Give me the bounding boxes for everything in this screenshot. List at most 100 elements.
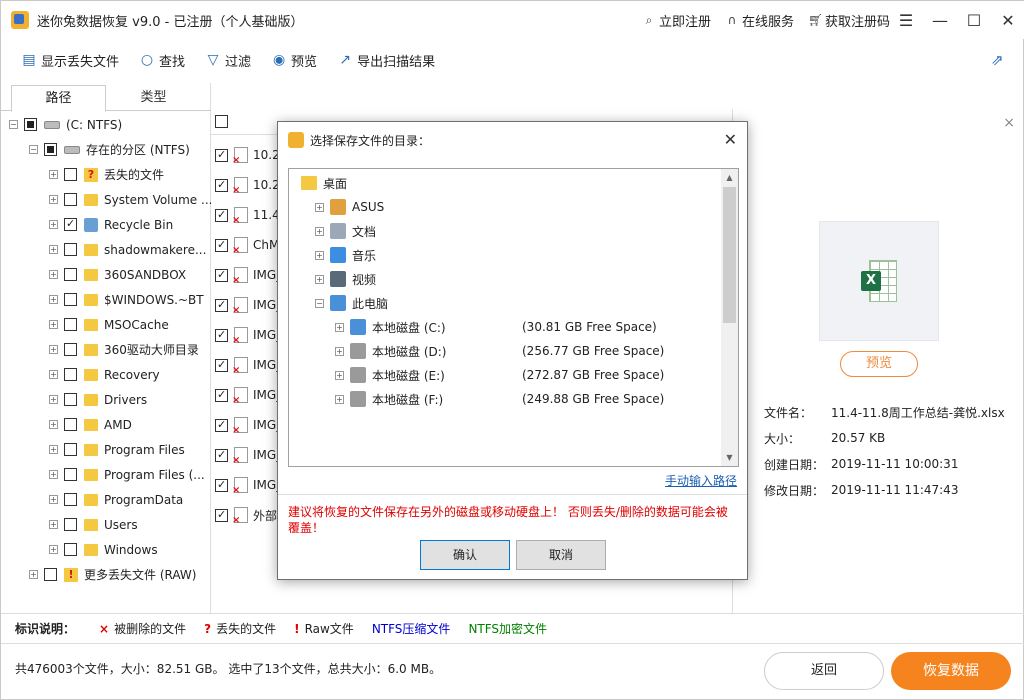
select-all-checkbox[interactable]	[215, 115, 228, 128]
recover-data-button[interactable]: 恢复数据	[891, 652, 1011, 690]
tree-checkbox[interactable]	[64, 418, 77, 431]
tree-checkbox[interactable]	[64, 193, 77, 206]
maximize-button[interactable]: ☐	[957, 1, 991, 39]
expand-icon[interactable]: +	[335, 322, 344, 332]
folder-tree-item[interactable]: 桌面	[295, 171, 347, 195]
vertical-scrollbar[interactable]: ▲ ▼	[721, 169, 738, 466]
tree-item[interactable]: + Windows	[1, 537, 211, 562]
expand-icon[interactable]: +	[49, 370, 58, 379]
tree-checkbox[interactable]	[64, 217, 77, 231]
tree-checkbox[interactable]	[64, 493, 77, 506]
tree-item[interactable]: + ProgramData	[1, 487, 211, 512]
menu-button[interactable]: ☰	[889, 1, 923, 39]
cancel-button[interactable]: 取消	[516, 540, 606, 570]
file-checkbox[interactable]	[215, 148, 228, 162]
tree-item[interactable]: + Program Files	[1, 437, 211, 462]
tree-item[interactable]: − 存在的分区 (NTFS)	[1, 137, 211, 162]
tree-item[interactable]: + Program Files (...	[1, 462, 211, 487]
tree-item[interactable]: − (C: NTFS)	[1, 112, 211, 137]
expand-icon[interactable]: +	[49, 295, 58, 304]
filter-button[interactable]: ▽ 过滤	[205, 51, 251, 70]
folder-tree-item[interactable]: + 文档	[315, 219, 376, 243]
expand-icon[interactable]: +	[49, 220, 58, 229]
tree-checkbox[interactable]	[64, 543, 77, 556]
tree-item[interactable]: +? 丢失的文件	[1, 162, 211, 187]
folder-tree-item[interactable]: + 本地磁盘 (D:) (256.77 GB Free Space)	[335, 339, 664, 363]
find-button[interactable]: ○ 查找	[139, 51, 185, 70]
tree-checkbox[interactable]	[64, 318, 77, 331]
expand-icon[interactable]: +	[49, 395, 58, 404]
tree-item[interactable]: +360SANDBOX	[1, 262, 211, 287]
folder-tree-item[interactable]: − 此电脑	[315, 291, 388, 315]
tree-item[interactable]: + Users	[1, 512, 211, 537]
preview-button[interactable]: ◉ 预览	[271, 51, 317, 70]
get-code-link[interactable]: 🛒︎ 获取注册码	[808, 11, 890, 30]
tree-item[interactable]: + Recovery	[1, 362, 211, 387]
expand-icon[interactable]: +	[49, 320, 58, 329]
expand-icon[interactable]: +	[49, 270, 58, 279]
tree-checkbox[interactable]	[64, 468, 77, 481]
expand-icon[interactable]: −	[315, 298, 324, 308]
file-checkbox[interactable]	[215, 238, 228, 252]
tree-item[interactable]: + $WINDOWS.~BT	[1, 287, 211, 312]
confirm-button[interactable]: 确认	[420, 540, 510, 570]
register-link[interactable]: ⌕ 立即注册	[642, 11, 711, 30]
preview-file-button[interactable]: 预览	[840, 351, 918, 377]
expand-icon[interactable]: +	[315, 274, 324, 284]
folder-tree-item[interactable]: + 本地磁盘 (F:) (249.88 GB Free Space)	[335, 387, 664, 411]
show-lost-files-button[interactable]: ▤ 显示丢失文件	[21, 51, 119, 70]
tree-checkbox[interactable]	[64, 168, 77, 181]
tree-item[interactable]: + System Volume ...	[1, 187, 211, 212]
tab-type[interactable]: 类型	[106, 85, 201, 112]
expand-icon[interactable]: +	[49, 470, 58, 479]
file-checkbox[interactable]	[215, 418, 228, 432]
tree-item[interactable]: + Recycle Bin	[1, 212, 211, 237]
close-button[interactable]: ✕	[991, 1, 1024, 39]
tree-item[interactable]: +360驱动大师目录	[1, 337, 211, 362]
expand-icon[interactable]: −	[9, 120, 18, 129]
expand-icon[interactable]: +	[49, 170, 58, 179]
file-checkbox[interactable]	[215, 178, 228, 192]
expand-icon[interactable]: +	[49, 520, 58, 529]
expand-icon[interactable]: +	[49, 445, 58, 454]
folder-tree-item[interactable]: + 本地磁盘 (C:) (30.81 GB Free Space)	[335, 315, 657, 339]
file-checkbox[interactable]	[215, 508, 228, 522]
file-checkbox[interactable]	[215, 478, 228, 492]
expand-icon[interactable]: +	[49, 345, 58, 354]
tree-item[interactable]: + AMD	[1, 412, 211, 437]
tab-path[interactable]: 路径	[11, 85, 106, 112]
file-checkbox[interactable]	[215, 298, 228, 312]
scroll-down-icon[interactable]: ▼	[721, 449, 738, 466]
folder-tree-item[interactable]: + 视频	[315, 267, 376, 291]
expand-icon[interactable]: +	[49, 495, 58, 504]
folder-tree-item[interactable]: + 音乐	[315, 243, 376, 267]
expand-icon[interactable]: +	[49, 245, 58, 254]
scroll-thumb[interactable]	[723, 187, 736, 323]
minimize-button[interactable]: —	[923, 1, 957, 39]
expand-icon[interactable]: +	[335, 346, 344, 356]
folder-tree-item[interactable]: + ASUS	[315, 195, 384, 219]
expand-icon[interactable]: +	[335, 370, 344, 380]
expand-icon[interactable]: +	[315, 250, 324, 260]
tree-checkbox[interactable]	[44, 143, 57, 156]
file-checkbox[interactable]	[215, 208, 228, 222]
expand-icon[interactable]: −	[29, 145, 38, 154]
tree-checkbox[interactable]	[24, 118, 37, 131]
file-checkbox[interactable]	[215, 328, 228, 342]
tree-checkbox[interactable]	[64, 393, 77, 406]
tree-item[interactable]: + shadowmakere...	[1, 237, 211, 262]
close-icon[interactable]: ×	[1003, 115, 1015, 131]
tree-checkbox[interactable]	[64, 443, 77, 456]
tree-checkbox[interactable]	[44, 568, 57, 581]
file-checkbox[interactable]	[215, 448, 228, 462]
expand-icon[interactable]: +	[29, 570, 38, 579]
scroll-up-icon[interactable]: ▲	[721, 169, 738, 186]
tree-checkbox[interactable]	[64, 343, 77, 356]
tree-checkbox[interactable]	[64, 368, 77, 381]
manual-path-link[interactable]: 手动输入路径	[665, 472, 737, 489]
tree-checkbox[interactable]	[64, 518, 77, 531]
online-service-link[interactable]: ∩ 在线服务	[725, 11, 794, 30]
close-icon[interactable]: ✕	[724, 130, 737, 149]
tree-item[interactable]: +! 更多丢失文件 (RAW)	[1, 562, 211, 587]
file-checkbox[interactable]	[215, 388, 228, 402]
